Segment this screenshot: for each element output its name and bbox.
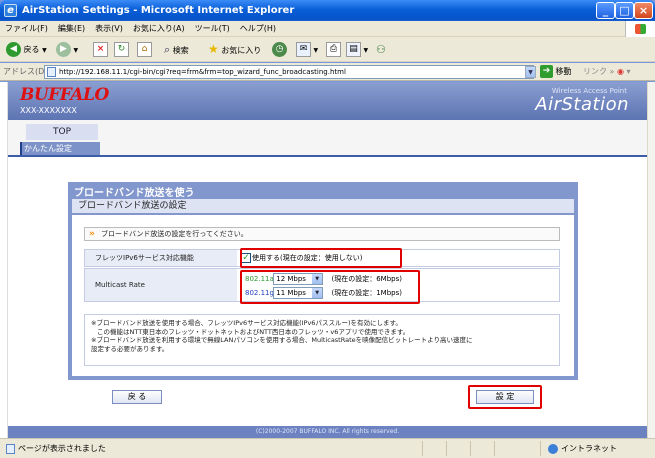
home-button[interactable]: ⌂ [137, 41, 152, 58]
menu-file[interactable]: ファイル(F) [0, 21, 53, 37]
copyright-footer: (C)2000-2007 BUFFALO INC. All rights res… [8, 426, 647, 438]
back-button[interactable]: ◀ 戻る ▼ [6, 41, 47, 58]
ipv6-label: フレッツIPv6サービス対応機能 [85, 250, 237, 266]
tab-top[interactable]: TOP [26, 124, 98, 140]
minimize-button[interactable]: _ [596, 2, 615, 19]
toolbar: ◀ 戻る ▼ ▶ ▼ × ↻ ⌂ ⌕ 検索 ★ お気に入り ◷ ✉ ▼ ⎙ ▤ … [0, 37, 655, 62]
note-line: 設定する必要があります。 [91, 344, 169, 353]
note-line: ※ブロードバンド放送を使用する場合、フレッツIPv6サービス対応機能(IPv6パ… [91, 319, 402, 327]
nav-easy-setup[interactable]: かんたん設定 [20, 142, 100, 155]
vertical-scrollbar[interactable] [647, 82, 655, 438]
content-left-edge [0, 82, 8, 438]
menu-help[interactable]: ヘルプ(H) [235, 21, 281, 37]
multicast-label: Multicast Rate [85, 269, 237, 301]
address-bar: アドレス(D) http://192.168.11.1/cgi-bin/cgi?… [0, 63, 655, 81]
menu-tools[interactable]: ツール(T) [190, 21, 235, 37]
status-divider [470, 441, 471, 456]
note-line: この機能はNTT東日本のフレッツ・ドットネットおよびNTT西日本のフレッツ・v6… [97, 327, 410, 336]
security-zone: イントラネット [548, 439, 617, 458]
print-button[interactable]: ⎙ [326, 41, 341, 58]
window-titlebar: e AirStation Settings - Microsoft Intern… [0, 0, 655, 21]
status-divider [494, 441, 495, 456]
ie-icon: e [4, 4, 17, 17]
chevron-right-icon: » [89, 229, 95, 239]
links-button[interactable]: リンク » ◉ ▾ [583, 65, 631, 79]
address-label: アドレス(D) [3, 67, 48, 76]
mail-button[interactable]: ✉ ▼ [296, 41, 318, 58]
menu-edit[interactable]: 編集(E) [53, 21, 90, 37]
nav-divider [8, 155, 647, 157]
status-text: ページが表示されました [18, 444, 106, 453]
refresh-button[interactable]: ↻ [114, 41, 129, 58]
favorites-button[interactable]: ★ お気に入り [208, 41, 261, 58]
web-content: BUFFALO XXX-XXXXXXX Wireless Access Poin… [8, 82, 647, 438]
menu-bar: ファイル(F) 編集(E) 表示(V) お気に入り(A) ツール(T) ヘルプ(H) [0, 21, 655, 37]
edit-icon: ▤ [346, 42, 361, 57]
messenger-button[interactable]: ⚇ [376, 41, 386, 58]
notes-box: ※ブロードバンド放送を使用する場合、フレッツIPv6サービス対応機能(IPv6パ… [84, 314, 560, 366]
highlight-ipv6 [240, 248, 402, 268]
back-arrow-icon: ◀ [6, 42, 21, 57]
panel-subtitle: ブロードバンド放送の設定 [72, 199, 574, 213]
note-line: ※ブロードバンド放送を利用する環境で無線LANパソコンを使用する場合、Multi… [91, 336, 473, 344]
panel-title: ブロードバンド放送を使う [74, 188, 195, 199]
status-divider [540, 441, 541, 456]
status-divider [422, 441, 423, 456]
stop-icon: × [93, 42, 108, 57]
page-header: BUFFALO XXX-XXXXXXX Wireless Access Poin… [8, 82, 647, 120]
submit-button[interactable]: 設 定 [476, 390, 534, 404]
page-icon [47, 67, 56, 77]
menu-view[interactable]: 表示(V) [90, 21, 128, 37]
search-icon: ⌕ [164, 43, 171, 56]
intranet-icon [548, 443, 558, 454]
page-done-icon [6, 443, 15, 454]
nav-area: TOP かんたん設定 [8, 120, 647, 157]
airstation-logo: AirStation [535, 94, 629, 115]
menu-favorites[interactable]: お気に入り(A) [128, 21, 190, 37]
address-input[interactable]: http://192.168.11.1/cgi-bin/cgi?req=frm&… [44, 65, 534, 79]
mail-icon: ✉ [296, 42, 311, 57]
forward-arrow-icon: ▶ [56, 42, 71, 57]
buffalo-logo: BUFFALO [20, 85, 109, 105]
history-icon: ◷ [272, 42, 287, 57]
back-page-button[interactable]: 戻 る [112, 390, 162, 404]
forward-button[interactable]: ▶ ▼ [56, 41, 78, 58]
print-icon: ⎙ [326, 42, 341, 57]
address-dropdown-icon[interactable]: ▼ [525, 66, 536, 78]
model-number: XXX-XXXXXXX [20, 106, 77, 115]
star-icon: ★ [208, 42, 219, 56]
status-bar: ページが表示されました イントラネット [0, 438, 655, 458]
search-button[interactable]: ⌕ 検索 [164, 41, 189, 58]
history-button[interactable]: ◷ [272, 41, 287, 58]
close-button[interactable]: × [634, 2, 653, 19]
instruction-box: » ブロードバンド放送の設定を行ってください。 [84, 227, 560, 241]
status-text-wrap: ページが表示されました [6, 439, 106, 458]
window-title: AirStation Settings - Microsoft Internet… [22, 5, 295, 16]
messenger-icon: ⚇ [376, 43, 386, 56]
ie-tools-icon: ◉ [616, 67, 624, 76]
highlight-multicast [240, 270, 420, 304]
refresh-icon: ↻ [114, 42, 129, 57]
maximize-button[interactable]: □ [615, 2, 634, 19]
go-button[interactable]: ➔ 移動 [540, 65, 572, 79]
go-arrow-icon: ➔ [540, 65, 553, 78]
windows-logo-icon [625, 21, 655, 37]
edit-button[interactable]: ▤ ▼ [346, 41, 368, 58]
stop-button[interactable]: × [93, 41, 108, 58]
status-divider [446, 441, 447, 456]
home-icon: ⌂ [137, 42, 152, 57]
